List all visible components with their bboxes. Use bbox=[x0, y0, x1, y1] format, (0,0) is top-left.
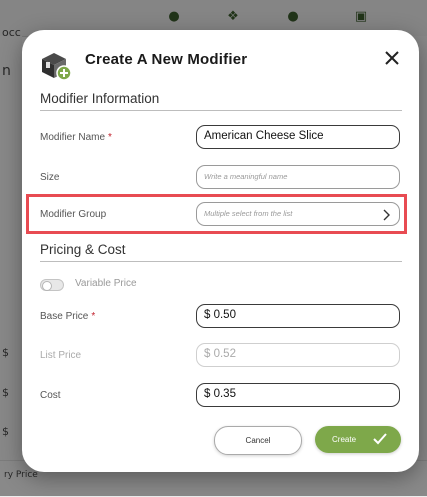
modal-title: Create A New Modifier bbox=[85, 51, 248, 68]
modifier-group-placeholder: Multiple select from the list bbox=[204, 209, 293, 218]
modifier-name-input[interactable]: American Cheese Slice bbox=[196, 125, 400, 149]
modifier-box-add-icon bbox=[39, 51, 73, 81]
section-divider bbox=[40, 261, 402, 262]
create-button[interactable]: Create bbox=[315, 426, 401, 453]
list-price-label: List Price bbox=[40, 350, 82, 361]
size-label: Size bbox=[40, 172, 60, 183]
base-price-label: Base Price * bbox=[40, 311, 96, 322]
toggle-knob bbox=[42, 281, 52, 291]
close-icon[interactable] bbox=[383, 49, 401, 67]
variable-price-toggle[interactable] bbox=[40, 279, 64, 291]
section-title-modifier-information: Modifier Information bbox=[40, 91, 160, 106]
required-asterisk: * bbox=[91, 311, 96, 322]
section-divider bbox=[40, 110, 402, 111]
cost-input[interactable]: $ 0.35 bbox=[196, 383, 400, 407]
size-input[interactable]: Write a meaningful name bbox=[196, 165, 400, 189]
create-button-label: Create bbox=[332, 435, 357, 444]
check-icon bbox=[373, 433, 387, 445]
modifier-group-label: Modifier Group bbox=[40, 209, 107, 220]
required-asterisk: * bbox=[108, 132, 112, 143]
modifier-group-select[interactable]: Multiple select from the list bbox=[196, 202, 400, 226]
section-title-pricing-cost: Pricing & Cost bbox=[40, 242, 126, 257]
variable-price-label: Variable Price bbox=[75, 278, 137, 289]
list-price-input: $ 0.52 bbox=[196, 343, 400, 367]
size-placeholder: Write a meaningful name bbox=[204, 172, 288, 181]
cost-label: Cost bbox=[40, 390, 61, 401]
modal-header: Create A New Modifier bbox=[22, 30, 419, 90]
cancel-button[interactable]: Cancel bbox=[214, 426, 302, 455]
chevron-right-icon bbox=[381, 208, 391, 221]
base-price-input[interactable]: $ 0.50 bbox=[196, 304, 400, 328]
create-modifier-modal: Create A New Modifier Modifier Informati… bbox=[22, 30, 419, 472]
modifier-name-label: Modifier Name * bbox=[40, 132, 112, 143]
